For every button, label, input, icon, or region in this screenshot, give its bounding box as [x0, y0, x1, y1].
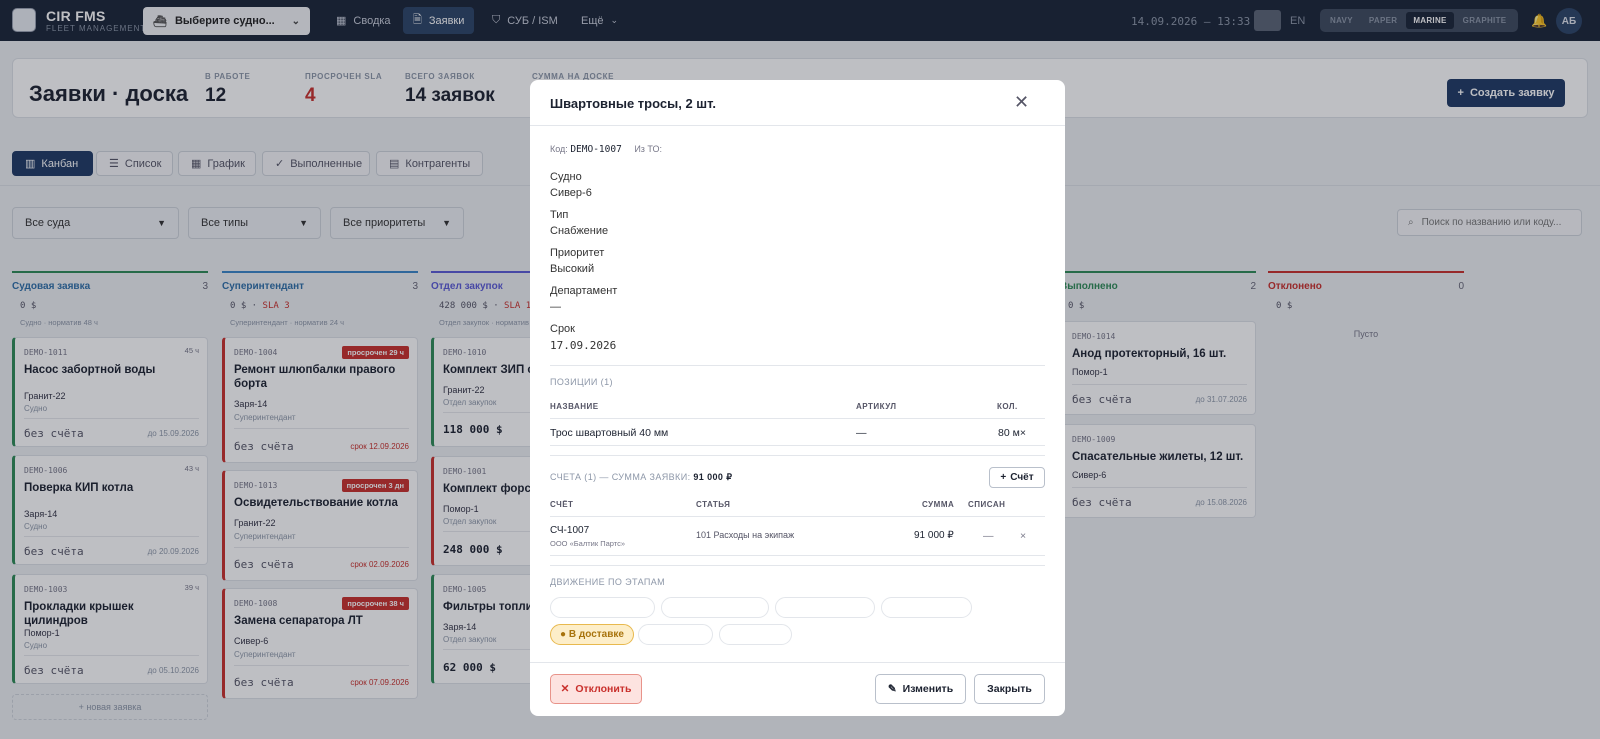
col-article: СТАТЬЯ: [696, 500, 731, 509]
stages-title: ДВИЖЕНИЕ ПО ЭТАПАМ: [550, 577, 666, 587]
close-button[interactable]: Закрыть: [974, 674, 1045, 704]
positions-title: ПОЗИЦИИ (1): [550, 377, 613, 387]
request-modal: Швартовные тросы, 2 шт. ✕ Код: DEMO-1007…: [530, 80, 1065, 716]
invoice-article: 101 Расходы на экипаж: [696, 530, 795, 540]
close-icon[interactable]: ✕: [1014, 92, 1029, 113]
modal-title: Швартовные тросы, 2 шт.: [550, 96, 716, 111]
col-written-off: СПИСАН: [968, 500, 1006, 509]
col-invoice: СЧЁТ: [550, 500, 574, 509]
invoice-vendor: ООО «Балтик Партс»: [550, 539, 626, 548]
invoices-title: СЧЕТА (1) — СУММА ЗАЯВКИ: 91 000 ₽: [550, 472, 733, 482]
position-name: Трос швартовный 40 мм: [550, 427, 669, 439]
position-article: —: [856, 427, 867, 439]
col-name: НАЗВАНИЕ: [550, 402, 599, 411]
stage-pill: [661, 597, 769, 618]
request-code: Код: DEMO-1007 Из ТО:: [550, 144, 663, 155]
reject-button[interactable]: ✕ Отклонить: [550, 674, 642, 704]
invoice-number: СЧ-1007: [550, 525, 590, 536]
invoice-written-off: —: [983, 530, 994, 542]
field-vessel: Судно Сивер-6: [550, 171, 592, 199]
add-invoice-button[interactable]: + Счёт: [989, 467, 1045, 488]
stage-pill: [881, 597, 972, 618]
field-due: Срок 17.09.2026: [550, 323, 617, 352]
stage-pill: [775, 597, 875, 618]
col-qty: КОЛ.: [997, 402, 1018, 411]
field-department: Департамент —: [550, 285, 618, 313]
col-article: АРТИКУЛ: [856, 402, 897, 411]
stage-pill: [638, 624, 713, 645]
plus-icon: +: [1000, 472, 1007, 483]
remove-invoice-icon[interactable]: ×: [1020, 530, 1026, 542]
stage-pill: [550, 597, 655, 618]
stage-current: ● В доставке: [550, 624, 634, 645]
stage-pill: [719, 624, 792, 645]
edit-button[interactable]: ✎ Изменить: [875, 674, 966, 704]
pencil-icon: ✎: [887, 683, 897, 695]
col-sum: СУММА: [922, 500, 955, 509]
field-type: Тип Снабжение: [550, 209, 609, 237]
position-qty: 80 м×: [998, 427, 1026, 439]
close-icon: ✕: [560, 683, 570, 695]
field-priority: Приоритет Высокий: [550, 247, 605, 275]
invoice-sum: 91 000 ₽: [914, 530, 954, 541]
